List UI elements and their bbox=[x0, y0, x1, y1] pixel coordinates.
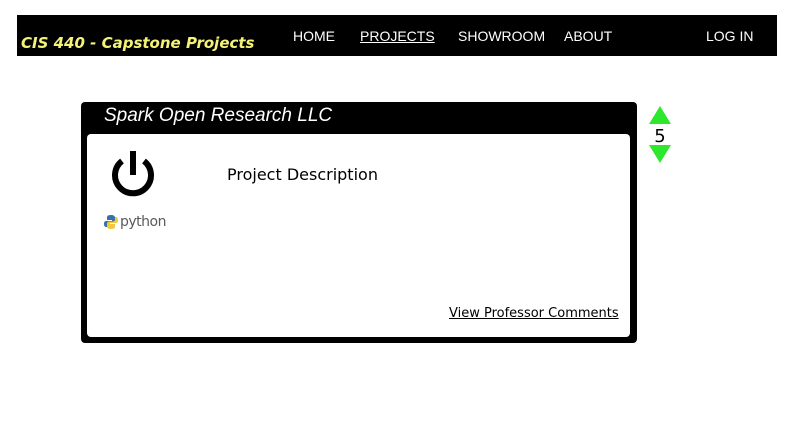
view-professor-comments-link[interactable]: View Professor Comments bbox=[449, 306, 619, 321]
nav-about[interactable]: ABOUT bbox=[564, 28, 612, 44]
python-snake-icon bbox=[104, 215, 118, 229]
nav-home[interactable]: HOME bbox=[293, 28, 335, 44]
login-link[interactable]: LOG IN bbox=[706, 28, 753, 44]
upvote-arrow-icon[interactable] bbox=[649, 106, 671, 124]
nav-projects[interactable]: PROJECTS bbox=[360, 28, 435, 44]
project-card-body: python Project Description View Professo… bbox=[87, 134, 630, 337]
nav-showroom[interactable]: SHOWROOM bbox=[458, 28, 545, 44]
python-logo: python bbox=[104, 214, 166, 230]
project-card: Spark Open Research LLC python Project D… bbox=[81, 102, 637, 343]
vote-widget: 5 bbox=[648, 106, 672, 164]
vote-count: 5 bbox=[654, 126, 666, 147]
top-navbar: CIS 440 - Capstone Projects HOME PROJECT… bbox=[17, 15, 777, 56]
project-title: Spark Open Research LLC bbox=[104, 105, 333, 126]
python-logo-text: python bbox=[120, 214, 166, 230]
power-icon bbox=[112, 151, 154, 197]
site-brand[interactable]: CIS 440 - Capstone Projects bbox=[21, 34, 254, 52]
downvote-arrow-icon[interactable] bbox=[649, 145, 671, 163]
project-description-label: Project Description bbox=[227, 165, 378, 184]
